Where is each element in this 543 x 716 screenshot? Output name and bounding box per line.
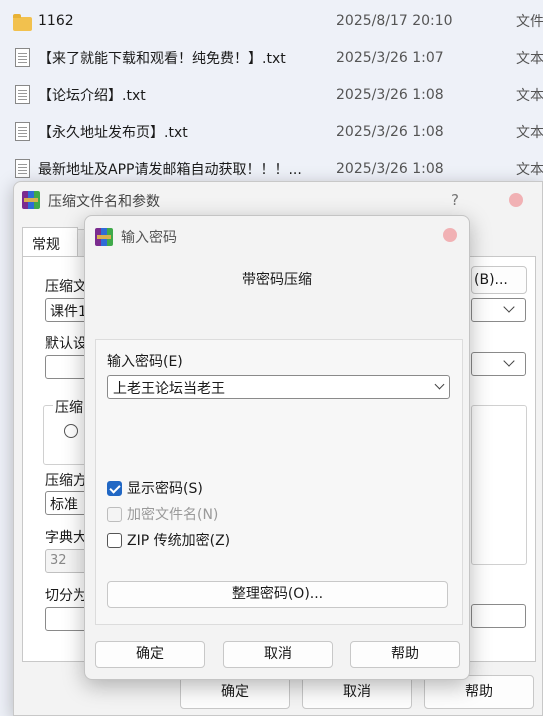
- file-date: 2025/3/26 1:08: [336, 124, 444, 140]
- organize-passwords-button[interactable]: 整理密码(O)...: [107, 581, 448, 608]
- checkbox-unchecked-icon: [107, 532, 122, 548]
- encrypt-filenames-checkbox: 加密文件名(N): [107, 504, 218, 524]
- file-name: 1162: [38, 13, 74, 29]
- winrar-logo-icon: [95, 228, 113, 246]
- archive-name-dropdown[interactable]: [471, 298, 526, 322]
- file-row[interactable]: 【永久地址发布页】.txt 2025/3/26 1:08 文本: [0, 114, 543, 150]
- file-date: 2025/3/26 1:07: [336, 50, 444, 66]
- archive-cancel-button[interactable]: 取消: [302, 675, 412, 709]
- file-type: 文本: [516, 125, 543, 141]
- encrypt-filenames-label: 加密文件名(N): [127, 507, 219, 523]
- chevron-down-icon[interactable]: [434, 379, 445, 390]
- text-file-icon: [15, 48, 30, 67]
- checkbox-disabled-icon: [107, 506, 122, 522]
- password-ok-button[interactable]: 确定: [95, 641, 205, 668]
- file-date: 2025/8/17 20:10: [336, 13, 453, 29]
- dictionary-size-label: 字典大: [45, 530, 87, 546]
- show-password-label: 显示密码(S): [127, 481, 203, 497]
- file-row[interactable]: 【论坛介绍】.txt 2025/3/26 1:08 文本: [0, 77, 543, 113]
- update-mode-dropdown[interactable]: [471, 352, 526, 376]
- archive-help-button[interactable]: 帮助: [424, 675, 534, 709]
- password-help-button[interactable]: 帮助: [350, 641, 460, 668]
- chevron-down-icon: [503, 301, 515, 313]
- password-dialog-title: 输入密码: [121, 230, 177, 246]
- file-row-folder[interactable]: 1162 2025/8/17 20:10 文件: [0, 3, 543, 39]
- password-value: 上老王论坛当老王: [113, 381, 225, 397]
- show-password-checkbox[interactable]: 显示密码(S): [107, 478, 203, 498]
- browse-button[interactable]: (B)...: [471, 266, 527, 294]
- archive-titlebar[interactable]: 压缩文件名和参数 ?: [14, 182, 542, 218]
- archive-dialog-title: 压缩文件名和参数: [48, 194, 160, 210]
- password-heading: 带密码压缩: [242, 272, 312, 288]
- folder-icon: [13, 14, 32, 31]
- zip-legacy-encryption-checkbox[interactable]: ZIP 传统加密(Z): [107, 530, 230, 550]
- file-list: 1162 2025/8/17 20:10 文件 【来了就能下载和观看！纯免费！】…: [0, 0, 543, 190]
- text-file-icon: [15, 85, 30, 104]
- enter-password-dialog: 输入密码 带密码压缩 输入密码(E) 上老王论坛当老王 显示密码(S) 加密文件…: [84, 215, 470, 680]
- password-cancel-button[interactable]: 取消: [223, 641, 333, 668]
- split-units-select[interactable]: [471, 604, 526, 628]
- file-name: 最新地址及APP请发邮箱自动获取！！！...: [38, 162, 302, 178]
- file-type: 文件: [516, 14, 543, 30]
- chevron-down-icon: [503, 355, 515, 367]
- format-radio-rar[interactable]: [64, 424, 78, 438]
- file-row[interactable]: 【来了就能下载和观看！纯免费！】.txt 2025/3/26 1:07 文本: [0, 40, 543, 76]
- archive-name-label: 压缩文: [45, 279, 87, 295]
- zip-legacy-label: ZIP 传统加密(Z): [127, 533, 231, 549]
- tab-general[interactable]: 常规: [22, 227, 78, 257]
- checkbox-checked-icon: [107, 480, 122, 496]
- file-type: 文本: [516, 88, 543, 104]
- archive-ok-button[interactable]: 确定: [180, 675, 290, 709]
- archive-format-label: 压缩: [53, 397, 85, 417]
- password-input[interactable]: 上老王论坛当老王: [107, 375, 450, 399]
- text-file-icon: [15, 122, 30, 141]
- password-input-label: 输入密码(E): [107, 354, 183, 370]
- compression-method-label: 压缩方: [45, 473, 87, 489]
- file-name: 【永久地址发布页】.txt: [38, 125, 188, 141]
- file-date: 2025/3/26 1:08: [336, 87, 444, 103]
- split-volumes-label: 切分为: [45, 588, 87, 604]
- file-name: 【来了就能下载和观看！纯免费！】.txt: [38, 51, 286, 67]
- file-type: 文本: [516, 51, 543, 67]
- text-file-icon: [15, 159, 30, 178]
- file-type: 文本: [516, 162, 543, 178]
- close-icon[interactable]: [509, 193, 523, 207]
- archive-options-group: [471, 405, 527, 565]
- help-icon[interactable]: ?: [451, 191, 459, 209]
- file-name: 【论坛介绍】.txt: [38, 88, 146, 104]
- default-profile-label: 默认设: [45, 336, 87, 352]
- close-icon[interactable]: [443, 228, 457, 242]
- winrar-logo-icon: [22, 191, 40, 209]
- file-date: 2025/3/26 1:08: [336, 161, 444, 177]
